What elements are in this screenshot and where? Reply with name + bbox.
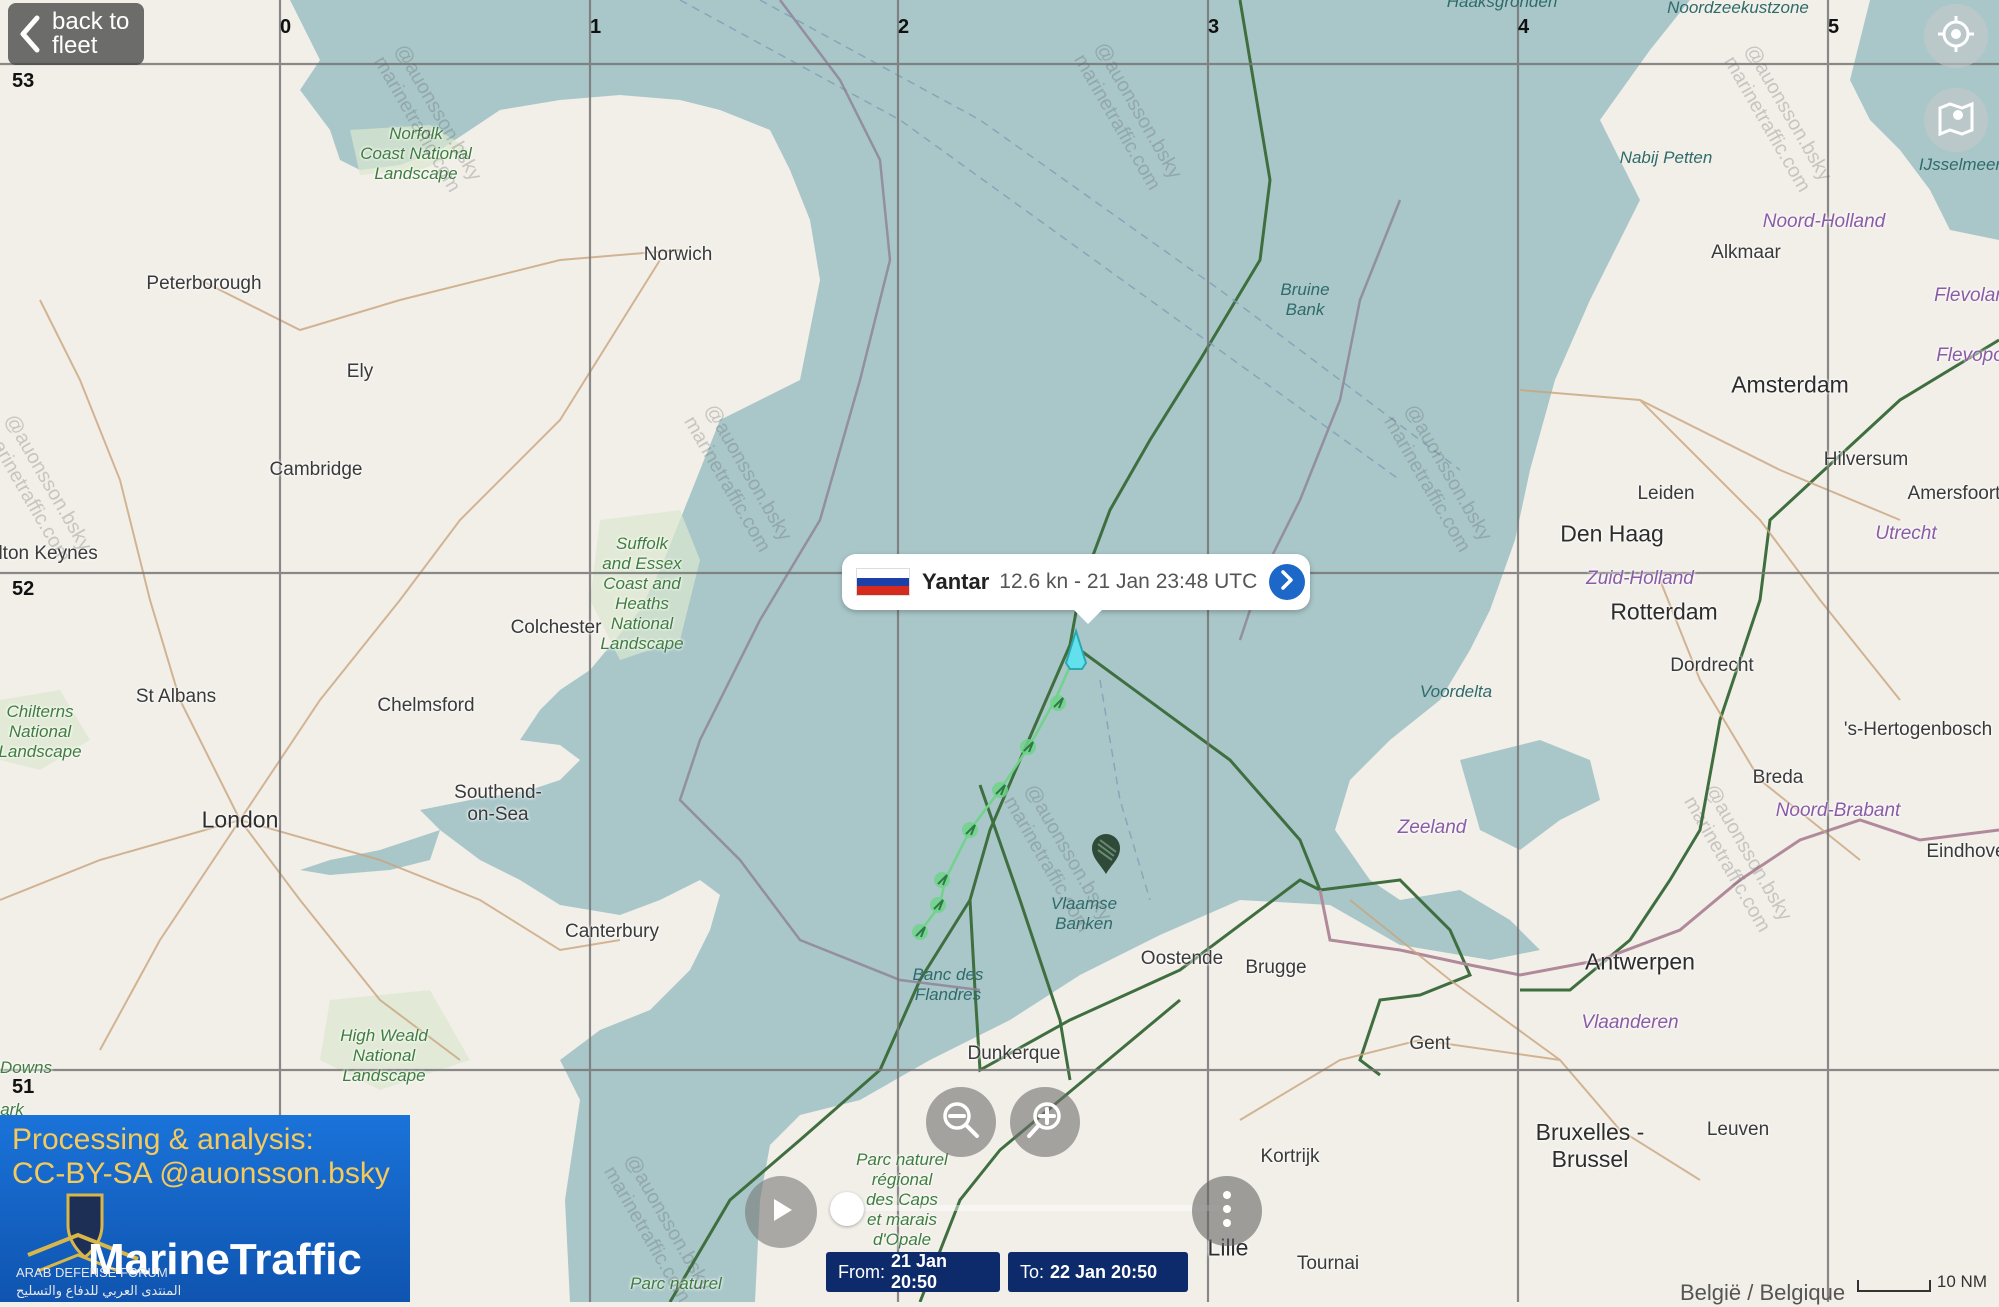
zoom-out-icon (939, 1098, 983, 1147)
lon-label-3: 3 (1208, 16, 1220, 38)
area-flevoland: Flevolan (1934, 285, 1999, 306)
area-chilterns: Chilterns National Landscape (0, 702, 82, 761)
vessel-name: Yantar (922, 569, 990, 594)
province-noord-holland: Noord-Holland (1762, 211, 1886, 232)
place-leuven: Leuven (1706, 1119, 1770, 1140)
area-nabij-petten: Nabij Petten (1619, 148, 1713, 167)
crosshair-icon (1936, 14, 1976, 59)
playback-slider-track[interactable] (860, 1205, 1220, 1211)
back-to-fleet-label: back to fleet (52, 8, 130, 59)
to-label: To: (1020, 1261, 1045, 1282)
zoom-in-button[interactable] (1010, 1087, 1080, 1157)
place-leiden: Leiden (1637, 483, 1695, 504)
lon-label-1: 1 (590, 16, 602, 38)
zoom-out-button[interactable] (926, 1087, 996, 1157)
vessel-info: 12.6 kn - 21 Jan 23:48 UTC (999, 570, 1258, 593)
lon-label-0: 0 (280, 16, 292, 38)
place-colchester: Colchester (510, 617, 602, 638)
map-canvas[interactable] (0, 0, 1999, 1302)
area-bruine-bank: Bruine Bank (1280, 280, 1330, 319)
play-button[interactable] (745, 1176, 817, 1248)
zoom-in-icon (1023, 1098, 1067, 1147)
lon-label-2: 2 (898, 16, 910, 38)
place-antwerpen: Antwerpen (1585, 948, 1695, 975)
place-chelmsford: Chelmsford (377, 695, 475, 716)
area-high-weald: High Weald National Landscape (340, 1026, 428, 1085)
from-label: From: (838, 1261, 885, 1282)
play-icon (766, 1195, 796, 1230)
province-noord-brabant: Noord-Brabant (1775, 800, 1901, 821)
vessel-popup[interactable]: Yantar 12.6 kn - 21 Jan 23:48 UTC (842, 554, 1310, 624)
locate-button[interactable] (1924, 4, 1988, 68)
area-flevopolder: Flevopo (1936, 345, 1999, 366)
lat-label-52: 52 (12, 578, 35, 600)
place-brugge: Brugge (1245, 957, 1307, 978)
province-utrecht: Utrecht (1875, 523, 1937, 544)
arab-defense-forum-label: ARAB DEFENSE FORUM (16, 1265, 168, 1280)
back-to-fleet-button[interactable]: back to fleet (8, 3, 144, 65)
scale-bar-graphic (1856, 1280, 1931, 1292)
map-layers-button[interactable] (1924, 88, 1988, 152)
place-amersfoort: Amersfoort (1907, 483, 1999, 504)
chevron-left-icon (8, 3, 52, 65)
vessel-details-button[interactable] (1269, 564, 1306, 600)
place-alkmaar: Alkmaar (1711, 242, 1781, 263)
place-eindhoven: Eindhove (1926, 841, 1999, 862)
place-london: London (201, 806, 279, 833)
place-dunkerque: Dunkerque (967, 1043, 1061, 1064)
credit-panel: Processing & analysis: CC-BY-SA @auonsso… (0, 1115, 410, 1302)
province-zeeland: Zeeland (1397, 817, 1467, 838)
lon-label-5: 5 (1828, 16, 1840, 38)
place-gent: Gent (1409, 1033, 1451, 1054)
country-label: België / Belgique (1680, 1280, 1846, 1305)
more-options-button[interactable] (1192, 1176, 1262, 1246)
from-date-button[interactable]: From: 21 Jan 20:50 (826, 1251, 1000, 1292)
province-vlaanderen: Vlaanderen (1581, 1012, 1679, 1033)
lat-label-51: 51 (12, 1076, 35, 1098)
place-st-albans: St Albans (135, 686, 217, 707)
place-hilversum: Hilversum (1823, 449, 1909, 470)
area-banc-flandres: Banc des Flandres (912, 965, 984, 1004)
place-hertogenbosch: 's-Hertogenbosch (1843, 719, 1993, 740)
area-ijsselmeer: IJsselmeer (1918, 155, 1999, 174)
scale-bar: 10 NM (1856, 1272, 1987, 1292)
area-downs: Downs (0, 1058, 52, 1077)
place-cambridge: Cambridge (269, 459, 363, 480)
province-zuid-holland: Zuid-Holland (1586, 568, 1694, 589)
arab-defense-forum-subtitle: المنتدى العربي للدفاع والتسليح (16, 1283, 182, 1298)
place-peterborough: Peterborough (146, 273, 262, 294)
from-value: 21 Jan 20:50 (891, 1251, 948, 1292)
place-canterbury: Canterbury (565, 921, 659, 942)
place-ely: Ely (346, 361, 374, 382)
lon-label-4: 4 (1518, 16, 1530, 38)
place-kortrijk: Kortrijk (1260, 1146, 1320, 1167)
place-dordrecht: Dordrecht (1670, 655, 1754, 676)
area-voordelta: Voordelta (1419, 682, 1493, 701)
to-value: 22 Jan 20:50 (1050, 1261, 1158, 1282)
place-breda: Breda (1752, 767, 1804, 788)
lat-label-53: 53 (12, 70, 35, 92)
to-date-button[interactable]: To: 22 Jan 20:50 (1008, 1252, 1188, 1292)
scale-label: 10 NM (1936, 1272, 1987, 1291)
area-noordzeekustzone: Noordzeekustzone (1667, 0, 1809, 17)
place-tournai: Tournai (1296, 1253, 1360, 1274)
area-haaksgronden: Haaksgronden (1446, 0, 1558, 11)
russia-flag-icon (856, 568, 910, 596)
credit-text: Processing & analysis: CC-BY-SA @auonsso… (12, 1123, 390, 1190)
place-oostende: Oostende (1140, 948, 1224, 969)
area-parc-caps: Parc naturel régional des Caps et marais… (856, 1150, 948, 1249)
area-suffolk-essex: Suffolk and Essex Coast and Heaths Natio… (600, 534, 684, 653)
place-den-haag: Den Haag (1560, 520, 1664, 547)
place-rotterdam: Rotterdam (1610, 598, 1718, 625)
place-bruxelles: Bruxelles - Brussel (1535, 1119, 1645, 1172)
chevron-right-icon (1278, 569, 1296, 596)
place-southend: Southend- on-Sea (454, 782, 542, 825)
more-vertical-icon (1221, 1189, 1233, 1234)
map-layers-icon (1936, 98, 1976, 143)
playback-slider-handle[interactable] (830, 1192, 864, 1226)
place-norwich: Norwich (643, 244, 713, 265)
place-amsterdam: Amsterdam (1731, 371, 1849, 398)
